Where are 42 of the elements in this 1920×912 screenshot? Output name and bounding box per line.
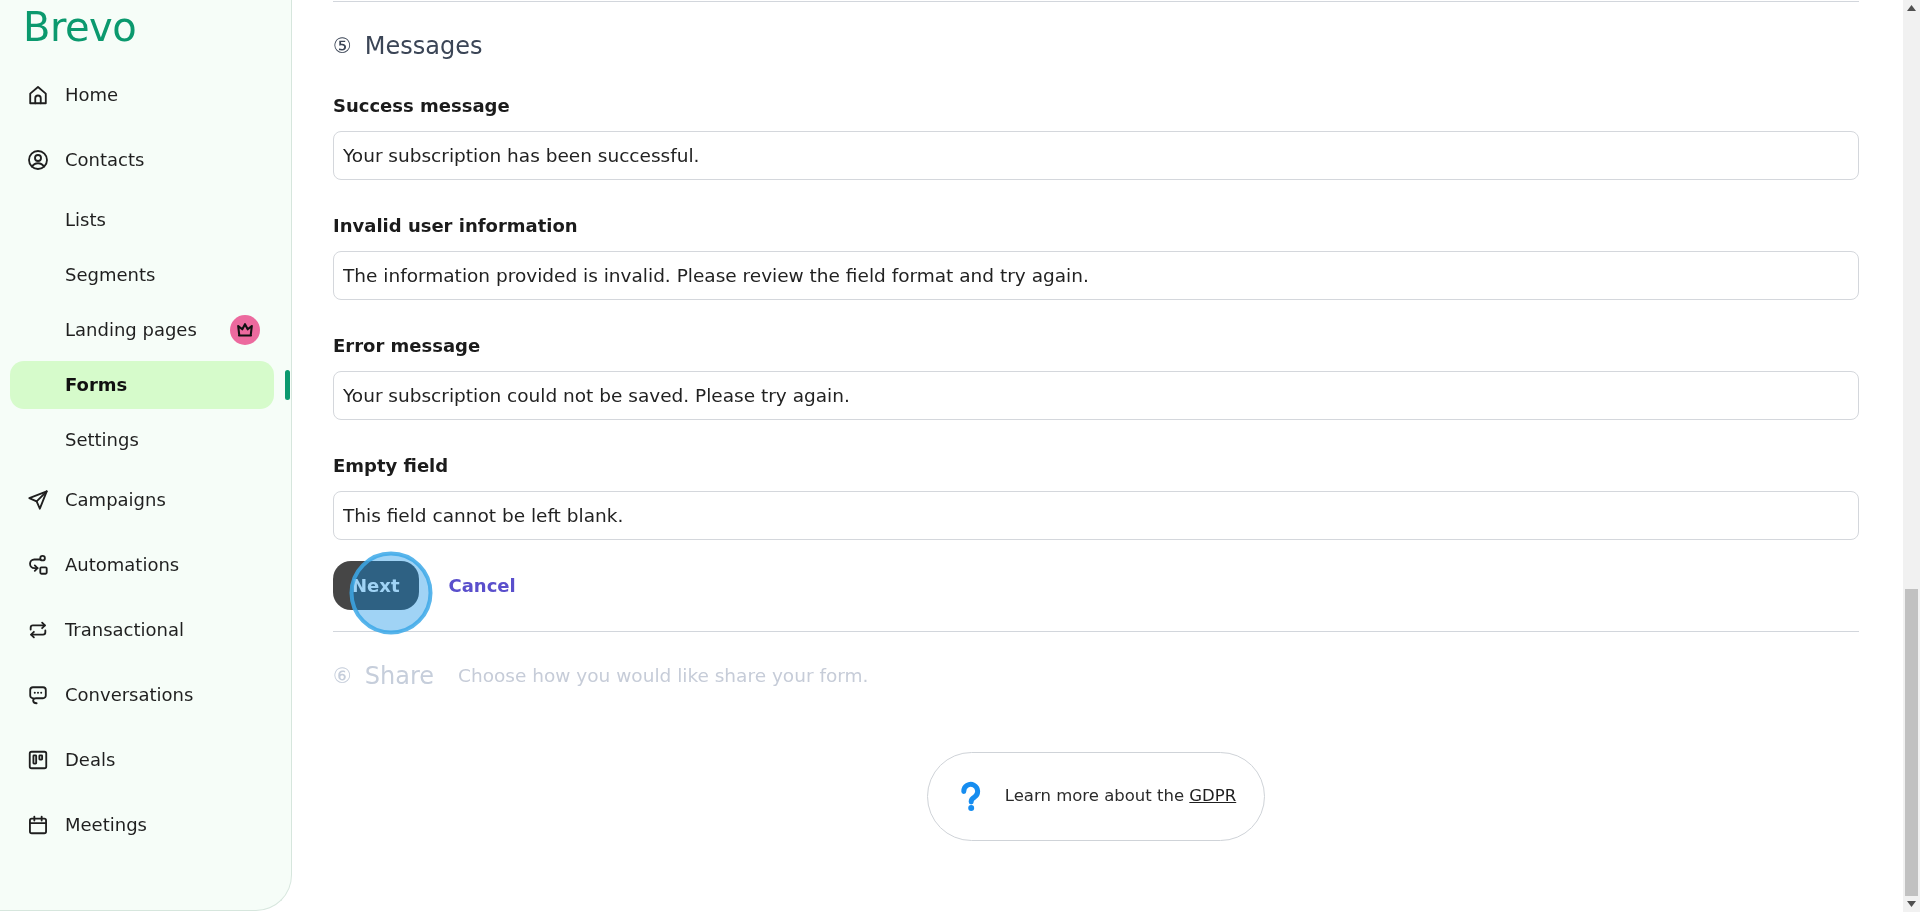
step-title: Share (364, 661, 435, 691)
field-label: Error message (333, 334, 482, 358)
field-label: Empty field (333, 454, 450, 478)
scrollbar-thumb[interactable] (1905, 589, 1918, 896)
scroll-up-icon[interactable] (1907, 5, 1916, 11)
field-label: Invalid user information (333, 214, 579, 238)
calendar-icon (27, 813, 49, 836)
flow-icon (27, 553, 49, 576)
sidebar-subitem[interactable]: Segments (10, 250, 274, 299)
scroll-down-icon[interactable] (1907, 901, 1916, 907)
step-description: Choose how you would like share your form. (458, 664, 869, 688)
paper-plane-icon (27, 488, 49, 511)
field-label: Success message (333, 94, 511, 118)
chat-bubble-icon (27, 683, 49, 706)
help-icon (958, 781, 983, 812)
sidebar-item[interactable]: Home (10, 70, 274, 119)
gdpr-link[interactable]: GDPR (1189, 786, 1237, 806)
home-icon (27, 83, 49, 106)
sidebar-item[interactable]: Conversations (10, 670, 274, 719)
user-circle-icon (27, 148, 49, 171)
sidebar-subitem[interactable]: Lists (10, 195, 274, 244)
message-field[interactable]: Your subscription has been successful. (333, 131, 1859, 180)
step-number: ⑤ (333, 33, 352, 60)
step-number: ⑥ (333, 663, 352, 690)
sidebar-item[interactable]: Deals (10, 735, 274, 784)
sidebar-subitem[interactable]: Settings (10, 415, 274, 464)
message-field[interactable]: The information provided is invalid. Please review the field format and try again. (333, 251, 1859, 300)
step-title: Messages (364, 31, 483, 61)
sidebar-item[interactable]: Transactional (10, 605, 274, 654)
cancel-button[interactable]: Cancel (448, 572, 516, 599)
sidebar-item[interactable]: Meetings (10, 800, 274, 849)
sidebar-subitem[interactable]: Forms (10, 360, 274, 409)
sidebar-item[interactable]: Automations (10, 540, 274, 589)
message-field[interactable]: Your subscription could not be saved. Please try again. (333, 371, 1859, 420)
sidebar-item[interactable]: Campaigns (10, 475, 274, 524)
sidebar-subitem[interactable]: Landing pages (10, 305, 274, 354)
kanban-board-icon (27, 748, 49, 771)
message-field[interactable]: This field cannot be left blank. (333, 491, 1859, 540)
click-highlight-icon (349, 551, 433, 635)
sidebar-item[interactable]: Contacts (10, 135, 274, 184)
brand-logo: Brevo (23, 3, 137, 51)
gdpr-help-text: Learn more about the GDPR (1004, 785, 1237, 808)
